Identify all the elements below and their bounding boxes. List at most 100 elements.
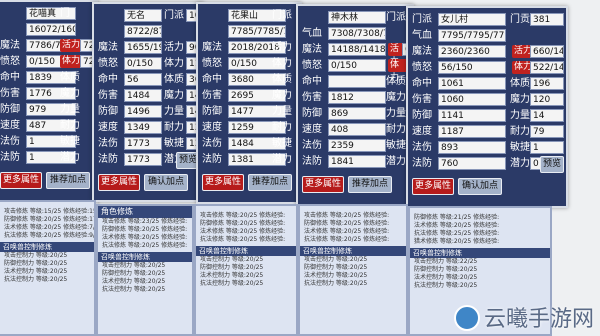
character-panel-3: 花果山门派 7785/7785/7785 魔法2018/2018活力愤怒0/150体… xyxy=(196,2,302,204)
stat-label: 防御 xyxy=(202,106,222,117)
pet-control-line: 攻击控制力 等级:22/25 xyxy=(414,258,478,265)
recommend-points-button[interactable]: 推荐加点 xyxy=(248,174,292,191)
stat-value: 0/150 xyxy=(328,59,386,72)
stat-row: 法伤 1773 敏捷 13 xyxy=(98,136,202,151)
confirm-points-button[interactable]: 确认加点 xyxy=(458,178,502,195)
stat-label-2: 体质 xyxy=(386,76,406,87)
stat-row: 伤害 2695 魔力 xyxy=(202,88,296,103)
stat-label: 法伤 xyxy=(0,136,20,147)
stat-label-2: 潜力 xyxy=(60,152,80,163)
stat-tag: 活力 xyxy=(60,39,83,52)
stat-label-2: 门派 xyxy=(386,12,406,23)
stat-value xyxy=(328,75,386,88)
stat-label-2: 敏捷 xyxy=(510,142,530,153)
stat-row: 命中 3680 体质 xyxy=(202,72,296,87)
pet-control-line: 攻击控制力 等级:20/25 xyxy=(200,256,264,263)
pet-control-line: 防御控制力 等级:20/25 xyxy=(304,264,368,271)
cultivation-panel-1: 攻击修炼 等级:15/25 修炼经验:1503/2416防御修炼 等级:20/2… xyxy=(0,200,96,336)
cultivation-line: 防御修炼 等级:20/25 修炼经验:17/3500 xyxy=(4,216,94,223)
stat-row: 愤怒 0/150 体力 xyxy=(302,58,408,83)
cultivation-line: 猎术修炼 等级:20/25 修炼经验: xyxy=(414,238,500,245)
more-attributes-button[interactable]: 更多属性 xyxy=(0,172,42,189)
stat-value: 2360/2360 xyxy=(438,45,506,58)
stat-label-2: 魔力 xyxy=(164,90,184,101)
stat-value: 14188/14188 xyxy=(328,43,386,56)
confirm-points-button[interactable]: 确认加点 xyxy=(144,174,188,191)
stat-value: 1841 xyxy=(328,155,386,168)
pet-control-line: 防御控制力 等级:20/25 xyxy=(4,260,68,267)
stat-row: 命中 1839 体质 xyxy=(0,70,92,85)
pet-control-line: 攻击控制力 等级:20/25 xyxy=(304,256,368,263)
stat-value: 1060 xyxy=(438,93,506,106)
stat-value-2: 522/1485 xyxy=(530,61,564,74)
stat-label: 愤怒 xyxy=(412,62,432,73)
stat-value-2: 79 xyxy=(530,125,564,138)
stat-label: 伤害 xyxy=(202,90,222,101)
stat-row: 速度 1187 耐力 79 xyxy=(412,124,564,139)
stat-label: 防御 xyxy=(0,104,20,115)
stat-value: 1187 xyxy=(438,125,506,138)
stat-label-2: 力量 xyxy=(272,106,292,117)
stat-label: 法伤 xyxy=(98,138,118,149)
cultivation-line: 抗法修炼 等级:20/25 修炼经验: xyxy=(304,236,390,243)
pet-control-line: 法术控制力 等级:20/25 xyxy=(102,278,166,285)
cultivation-line: 攻击修炼 等级:15/25 修炼经验:1503/2416 xyxy=(4,208,96,215)
stat-value-2: 196 xyxy=(530,77,564,90)
stat-label-2: 体质 xyxy=(60,72,80,83)
stat-row: 魔法14188/14188活力647 xyxy=(302,42,412,67)
stat-value: 无名 xyxy=(124,9,162,22)
pet-control-line: 抗法控制力 等级:20/25 xyxy=(102,286,166,293)
preview-button[interactable]: 预览 xyxy=(540,156,564,173)
stat-label-2: 活力 xyxy=(272,42,292,53)
stat-value: 56/150 xyxy=(438,61,506,74)
more-attributes-button[interactable]: 更多属性 xyxy=(202,174,244,191)
cultivation-panel-2: 角色修炼 攻击修炼 等级:23/25 修炼经验: 防御修炼 等级:20/25 修炼经… xyxy=(96,204,194,336)
stat-label: 命中 xyxy=(0,72,20,83)
stat-label: 法伤 xyxy=(202,138,222,149)
cultivation-panel-3: 攻击修炼 等级:20/25 修炼经验: 防御修炼 等级:20/25 修炼经验: 法术… xyxy=(194,204,298,336)
cultivation-line: 防御修炼 等级:21/25 修炼经验: xyxy=(414,214,500,221)
cultivation-panel-4: 攻击修炼 等级:20/25 修炼经验: 防御修炼 等级:20/25 修炼经验: 法术… xyxy=(298,204,408,336)
pet-control-header: 召唤兽控制修炼 xyxy=(196,246,296,256)
character-panel-4: 神木林门派气血7308/7308/7308魔法14188/14188活力647愤… xyxy=(296,4,414,206)
stat-label: 伤害 xyxy=(412,94,432,105)
stat-value: 1349 xyxy=(124,121,162,134)
stat-label: 法防 xyxy=(412,158,432,169)
pet-control-line: 法术控制力 等级:20/25 xyxy=(304,272,368,279)
recommend-points-button[interactable]: 推荐加点 xyxy=(348,176,392,193)
stat-label-2: 门派 xyxy=(164,10,184,21)
stat-row: 法防1773潜力0预览 xyxy=(98,152,202,169)
more-attributes-button[interactable]: 更多属性 xyxy=(412,178,454,195)
stat-label: 防御 xyxy=(98,106,118,117)
stat-label-2: 耐力 xyxy=(60,120,80,131)
stat-label: 魔法 xyxy=(98,42,118,53)
stat-row: 命中 体质 xyxy=(302,74,408,89)
stat-label: 气血 xyxy=(412,30,432,41)
stat-row: 伤害 1060 魔力 120 xyxy=(412,92,564,107)
stat-label-2: 门派 xyxy=(272,10,292,21)
cultivation-line: 攻击修炼 等级:20/25 修炼经验: xyxy=(304,212,390,219)
stat-value-2: 1 xyxy=(530,141,564,154)
stat-value-2: 660/1485 xyxy=(530,45,564,58)
more-attributes-button[interactable]: 更多属性 xyxy=(302,176,344,193)
stat-value: 神木林 xyxy=(328,11,386,24)
stat-label-2: 敏捷 xyxy=(60,136,80,147)
stat-label-2: 敏捷 xyxy=(386,140,406,151)
cultivation-line: 法术修炼 等级:20/25 修炼经验: xyxy=(304,228,390,235)
pet-control-header: 召唤兽控制修炼 xyxy=(410,248,550,258)
stat-label-2: 敏捷 xyxy=(272,138,292,149)
stat-value: 408 xyxy=(328,123,386,136)
stat-label-2: 力量 xyxy=(510,110,530,121)
stat-row: 防御 1141 力量 14 xyxy=(412,108,564,123)
cultivation-line: 法术修炼 等级:20/25 修炼经验: xyxy=(414,222,500,229)
stat-label-2: 耐力 xyxy=(272,122,292,133)
recommend-points-button[interactable]: 推荐加点 xyxy=(46,172,90,189)
more-attributes-button[interactable]: 更多属性 xyxy=(98,174,140,191)
stat-label-2: 魔力 xyxy=(60,88,80,99)
stat-label: 魔法 xyxy=(202,42,222,53)
stat-value-2: 381 xyxy=(530,13,564,26)
stat-row: 花喵真门 xyxy=(0,6,92,21)
cultivation-line: 抗法修炼 等级:20/25 修炼经验: xyxy=(102,242,188,249)
stat-label-2: 活力 xyxy=(164,42,184,53)
pet-control-line: 攻击控制力 等级:20/25 xyxy=(4,252,68,259)
